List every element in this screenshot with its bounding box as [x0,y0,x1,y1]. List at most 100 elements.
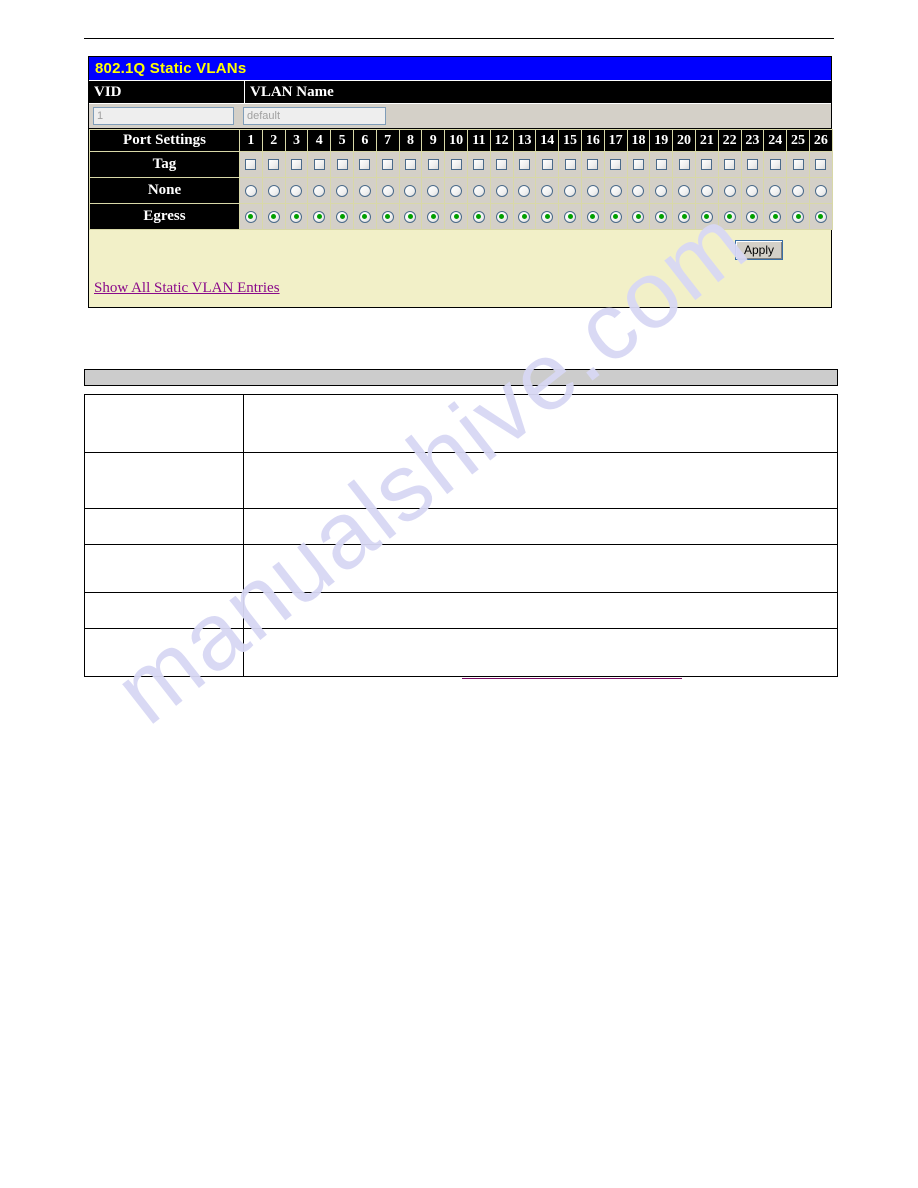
checkbox-tag-port-20[interactable] [678,159,690,171]
cell-none-port-2[interactable] [261,177,286,204]
cell-none-port-26[interactable] [808,177,833,204]
checkbox-tag-port-23[interactable] [746,159,758,171]
radio-none-port-17[interactable] [609,184,622,197]
radio-egress-port-23[interactable] [746,210,759,223]
checkbox-tag-port-21[interactable] [701,159,713,171]
radio-egress-port-13[interactable] [518,210,531,223]
cell-tag-port-4[interactable] [307,151,332,178]
checkbox-tag-port-26[interactable] [815,159,827,171]
radio-egress-port-21[interactable] [700,210,713,223]
radio-none-port-25[interactable] [792,184,805,197]
checkbox-tag-port-18[interactable] [632,159,644,171]
cell-egress-port-21[interactable] [694,203,719,230]
cell-egress-port-6[interactable] [352,203,377,230]
cell-tag-port-10[interactable] [444,151,468,178]
cell-egress-port-3[interactable] [284,203,309,230]
radio-none-port-19[interactable] [655,184,668,197]
radio-none-port-9[interactable] [427,184,440,197]
cell-tag-port-24[interactable] [763,151,788,178]
checkbox-tag-port-19[interactable] [655,159,667,171]
cell-tag-port-15[interactable] [558,151,582,178]
cell-egress-port-14[interactable] [535,203,560,230]
cell-egress-port-22[interactable] [717,203,742,230]
radio-egress-port-11[interactable] [472,210,485,223]
cell-none-port-6[interactable] [352,177,377,204]
checkbox-tag-port-16[interactable] [587,159,599,171]
cell-tag-port-20[interactable] [672,151,696,178]
radio-egress-port-3[interactable] [290,210,303,223]
checkbox-tag-port-3[interactable] [290,159,302,171]
cell-tag-port-19[interactable] [649,151,674,178]
cell-egress-port-10[interactable] [444,203,468,230]
cell-none-port-7[interactable] [375,177,400,204]
cell-none-port-23[interactable] [740,177,765,204]
cell-none-port-4[interactable] [307,177,332,204]
radio-egress-port-22[interactable] [723,210,736,223]
cell-egress-port-5[interactable] [330,203,354,230]
checkbox-tag-port-14[interactable] [541,159,553,171]
show-all-static-vlan-entries-link[interactable]: Show All Static VLAN Entries [94,280,280,296]
cell-egress-port-16[interactable] [580,203,605,230]
cell-tag-port-8[interactable] [398,151,423,178]
cell-egress-port-9[interactable] [421,203,446,230]
cell-none-port-10[interactable] [444,177,468,204]
radio-none-port-12[interactable] [495,184,508,197]
cell-tag-port-2[interactable] [261,151,286,178]
radio-egress-port-1[interactable] [244,210,257,223]
checkbox-tag-port-2[interactable] [268,159,280,171]
radio-none-port-7[interactable] [381,184,394,197]
radio-none-port-22[interactable] [723,184,736,197]
radio-egress-port-18[interactable] [632,210,645,223]
cell-egress-port-2[interactable] [261,203,286,230]
radio-egress-port-5[interactable] [336,210,349,223]
cell-egress-port-25[interactable] [786,203,810,230]
cell-none-port-1[interactable] [239,177,263,204]
cell-tag-port-9[interactable] [421,151,446,178]
checkbox-tag-port-25[interactable] [792,159,804,171]
vid-input[interactable]: 1 [93,107,234,125]
cell-egress-port-18[interactable] [626,203,651,230]
cell-egress-port-12[interactable] [489,203,514,230]
radio-egress-port-4[interactable] [313,210,326,223]
radio-egress-port-12[interactable] [495,210,508,223]
cell-none-port-20[interactable] [672,177,696,204]
cell-egress-port-19[interactable] [649,203,674,230]
radio-none-port-24[interactable] [769,184,782,197]
cell-none-port-18[interactable] [626,177,651,204]
radio-none-port-8[interactable] [404,184,417,197]
cell-none-port-16[interactable] [580,177,605,204]
checkbox-tag-port-7[interactable] [382,159,394,171]
radio-egress-port-19[interactable] [655,210,668,223]
cell-none-port-9[interactable] [421,177,446,204]
cell-tag-port-7[interactable] [375,151,400,178]
checkbox-tag-port-11[interactable] [473,159,485,171]
cell-none-port-22[interactable] [717,177,742,204]
radio-egress-port-17[interactable] [609,210,622,223]
vlan-name-input[interactable]: default [243,107,386,125]
cell-none-port-21[interactable] [694,177,719,204]
radio-none-port-11[interactable] [472,184,485,197]
checkbox-tag-port-24[interactable] [769,159,781,171]
radio-egress-port-20[interactable] [678,210,691,223]
cell-tag-port-6[interactable] [352,151,377,178]
cell-egress-port-23[interactable] [740,203,765,230]
cell-tag-port-13[interactable] [512,151,537,178]
radio-egress-port-16[interactable] [586,210,599,223]
checkbox-tag-port-13[interactable] [518,159,530,171]
cell-none-port-24[interactable] [763,177,788,204]
cell-tag-port-5[interactable] [330,151,354,178]
cell-none-port-8[interactable] [398,177,423,204]
cell-tag-port-16[interactable] [580,151,605,178]
radio-none-port-15[interactable] [564,184,577,197]
cell-egress-port-4[interactable] [307,203,332,230]
cell-tag-port-23[interactable] [740,151,765,178]
radio-none-port-13[interactable] [518,184,531,197]
radio-none-port-10[interactable] [450,184,463,197]
radio-none-port-4[interactable] [313,184,326,197]
radio-none-port-21[interactable] [700,184,713,197]
radio-egress-port-14[interactable] [541,210,554,223]
radio-none-port-18[interactable] [632,184,645,197]
cell-egress-port-13[interactable] [512,203,537,230]
cell-tag-port-11[interactable] [466,151,491,178]
radio-egress-port-25[interactable] [792,210,805,223]
